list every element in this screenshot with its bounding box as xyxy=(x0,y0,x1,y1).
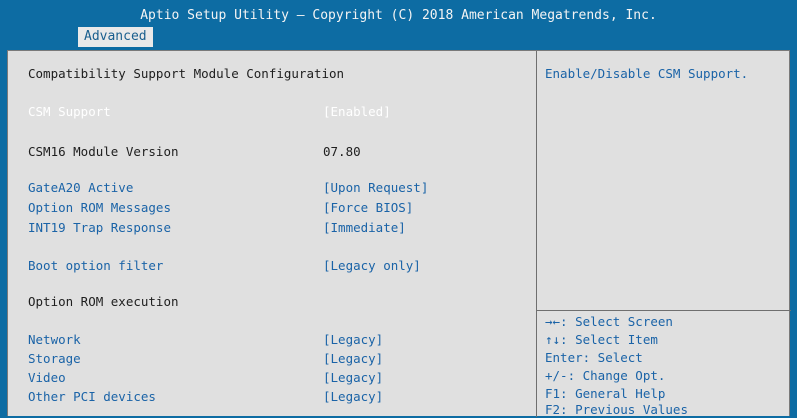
bios-screen: Aptio Setup Utility – Copyright (C) 2018… xyxy=(0,0,797,417)
boot-filter-label[interactable]: Boot option filter xyxy=(28,258,163,274)
tab-advanced[interactable]: Advanced xyxy=(78,27,153,47)
storage-value[interactable]: [Legacy] xyxy=(323,351,383,367)
section-title: Compatibility Support Module Configurati… xyxy=(28,66,345,81)
boot-filter-value[interactable]: [Legacy only] xyxy=(323,258,421,274)
key-enter-select: Enter: Select xyxy=(545,350,643,365)
int19-label[interactable]: INT19 Trap Response xyxy=(28,220,171,236)
csm16-version-value: 07.80 xyxy=(323,144,361,159)
storage-label[interactable]: Storage xyxy=(28,351,81,367)
help-divider xyxy=(537,310,791,311)
int19-value[interactable]: [Immediate] xyxy=(323,220,406,236)
gatea20-label[interactable]: GateA20 Active xyxy=(28,180,133,196)
video-value[interactable]: [Legacy] xyxy=(323,370,383,386)
network-value[interactable]: [Legacy] xyxy=(323,332,383,348)
network-label[interactable]: Network xyxy=(28,332,81,348)
csm16-version-label: CSM16 Module Version xyxy=(28,144,179,159)
option-rom-messages-value[interactable]: [Force BIOS] xyxy=(323,200,413,216)
option-rom-messages-label[interactable]: Option ROM Messages xyxy=(28,200,171,216)
other-pci-value[interactable]: [Legacy] xyxy=(323,389,383,405)
gatea20-value[interactable]: [Upon Request] xyxy=(323,180,428,196)
key-select-item: ↑↓: Select Item xyxy=(545,332,658,347)
utility-title: Aptio Setup Utility – Copyright (C) 2018… xyxy=(140,8,657,23)
option-rom-execution-title: Option ROM execution xyxy=(28,294,179,309)
key-change-opt: +/-: Change Opt. xyxy=(545,368,666,383)
vertical-divider xyxy=(536,51,537,417)
key-general-help: F1: General Help xyxy=(545,386,666,401)
help-text: Enable/Disable CSM Support. xyxy=(545,66,749,81)
video-label[interactable]: Video xyxy=(28,370,66,386)
main-panel: Compatibility Support Module Configurati… xyxy=(7,50,791,417)
other-pci-label[interactable]: Other PCI devices xyxy=(28,389,156,405)
csm-support-value[interactable]: [Enabled] xyxy=(323,104,391,120)
header-bar: Aptio Setup Utility – Copyright (C) 2018… xyxy=(0,0,797,50)
key-select-screen: →←: Select Screen xyxy=(545,314,673,329)
csm-support-label[interactable]: CSM Support xyxy=(28,104,111,120)
